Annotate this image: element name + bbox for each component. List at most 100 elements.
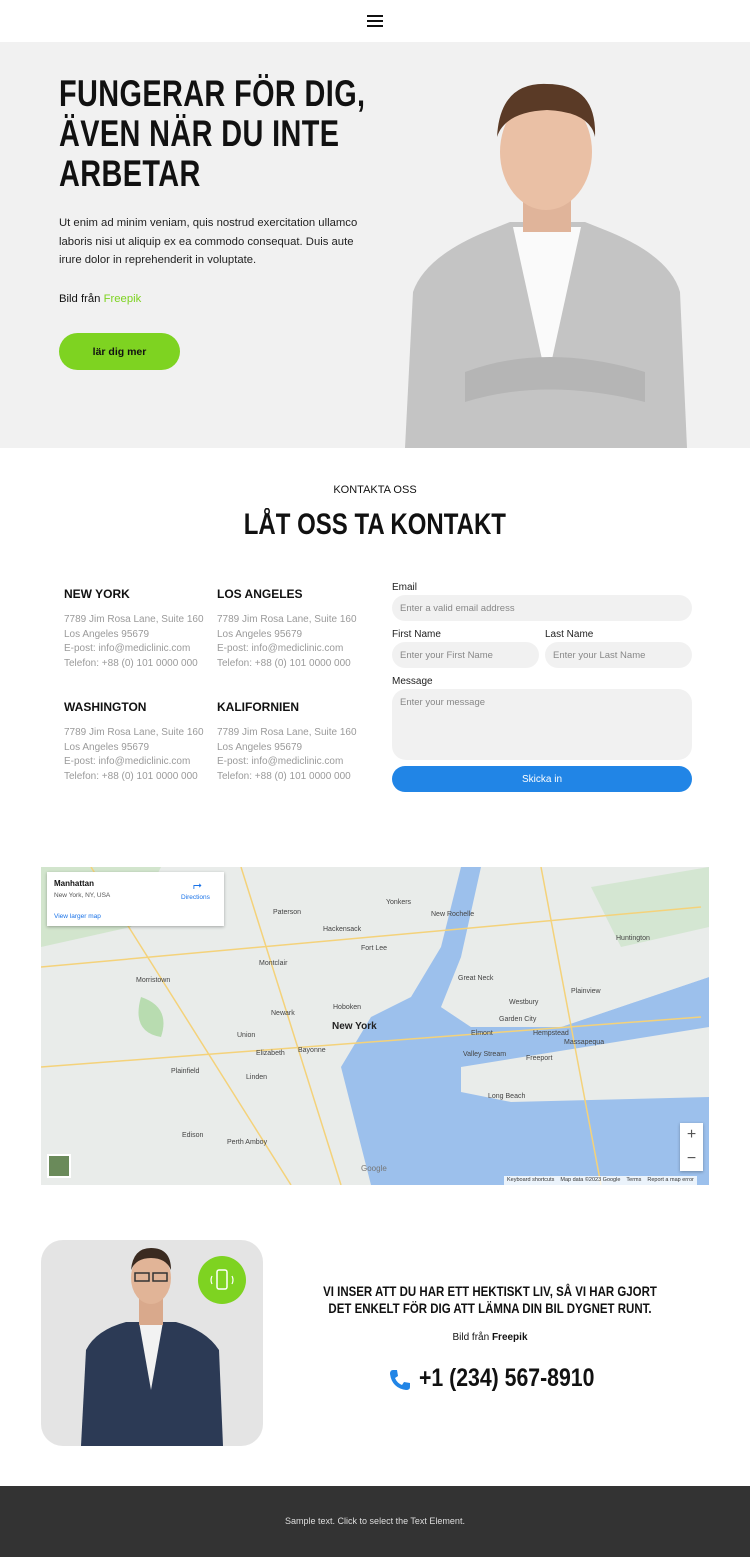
- map-label: Morristown: [136, 977, 171, 984]
- hero-text: Ut enim ad minim veniam, quis nostrud ex…: [59, 217, 358, 266]
- map-label: Massapequa: [564, 1039, 605, 1046]
- map-label: Bayonne: [298, 1047, 326, 1054]
- businessman-image: [405, 83, 687, 448]
- last-name-field[interactable]: Enter your Last Name: [545, 642, 692, 668]
- office-kalifornien: KALIFORNIEN 7789 Jim Rosa Lane, Suite 16…: [217, 700, 367, 784]
- office-address: 7789 Jim Rosa Lane, Suite 160: [64, 727, 204, 738]
- freepik-link[interactable]: Freepik: [104, 293, 142, 305]
- email-field[interactable]: Enter a valid email address: [392, 595, 692, 621]
- map-label: Hackensack: [323, 926, 362, 933]
- office-email: E-post: info@mediclinic.com: [217, 643, 344, 655]
- office-address: 7789 Jim Rosa Lane, Suite 160: [217, 614, 357, 625]
- map-zoom-controls: + −: [680, 1123, 703, 1171]
- image-credit: Bild från Freepik: [59, 293, 141, 305]
- office-phone: Telefon: +88 (0) 101 0000 000: [64, 657, 198, 669]
- map-label: Union: [237, 1032, 256, 1039]
- phone-number[interactable]: +1 (234) 567-8910: [388, 1364, 625, 1393]
- place-name: Manhattan: [54, 879, 94, 888]
- office-name: NEW YORK: [64, 587, 130, 601]
- promo-tagline-text: VI INSER ATT DU HAR ETT HEKTISKT LIV, SÅ…: [323, 1283, 657, 1316]
- submit-button[interactable]: Skicka in: [392, 766, 692, 792]
- map-label: Montclair: [259, 960, 288, 967]
- map-label: Westbury: [509, 999, 539, 1006]
- map-label: Edison: [182, 1132, 204, 1139]
- map-label: New York: [332, 1021, 377, 1032]
- map-label: Elmont: [471, 1030, 493, 1037]
- top-header: [0, 0, 750, 42]
- map-label: Hempstead: [533, 1030, 569, 1037]
- learn-more-button[interactable]: lär dig mer: [59, 333, 180, 370]
- email-label: Email: [392, 582, 418, 593]
- phone-icon: [390, 1370, 410, 1390]
- message-field[interactable]: Enter your message: [392, 689, 692, 760]
- office-city: Los Angeles 95679: [64, 741, 150, 753]
- zoom-out-button[interactable]: −: [680, 1147, 703, 1171]
- map-label: Huntington: [616, 935, 650, 942]
- office-phone: Telefon: +88 (0) 101 0000 000: [217, 770, 351, 782]
- map-label: Perth Amboy: [227, 1139, 268, 1146]
- keyboard-shortcuts-link[interactable]: Keyboard shortcuts: [507, 1177, 554, 1184]
- map-data-text: Map data ©2023 Google: [560, 1177, 621, 1183]
- promo-tagline: VI INSER ATT DU HAR ETT HEKTISKT LIV, SÅ…: [280, 1283, 700, 1317]
- phone-number-text: +1 (234) 567-8910: [418, 1364, 595, 1392]
- office-new-york: NEW YORK 7789 Jim Rosa Lane, Suite 160 L…: [64, 587, 214, 671]
- contact-title: LÅT OSS TA KONTAKT: [0, 508, 750, 542]
- office-name: WASHINGTON: [64, 700, 147, 714]
- report-error-link[interactable]: Report a map error: [647, 1177, 693, 1184]
- hamburger-icon[interactable]: [367, 15, 383, 27]
- map-label: Paterson: [273, 909, 302, 916]
- directions-link[interactable]: Directions: [181, 894, 210, 901]
- office-email: E-post: info@mediclinic.com: [64, 643, 191, 655]
- map-label: Linden: [246, 1074, 268, 1081]
- map-label: Long Beach: [488, 1093, 526, 1100]
- office-name: LOS ANGELES: [217, 587, 303, 601]
- contact-kicker: KONTAKTA OSS: [333, 484, 417, 496]
- image-credit: Bild från Freepik: [280, 1332, 700, 1343]
- office-city: Los Angeles 95679: [217, 628, 303, 640]
- directions-icon[interactable]: ⮣: [193, 879, 202, 892]
- office-name: KALIFORNIEN: [217, 700, 299, 714]
- first-name-label: First Name: [392, 629, 441, 640]
- mobile-phone-icon: [198, 1256, 246, 1304]
- place-address: New York, NY, USA: [54, 892, 111, 899]
- map-label: Valley Stream: [463, 1051, 507, 1058]
- view-larger-map-link[interactable]: View larger map: [54, 913, 101, 920]
- first-name-field[interactable]: Enter your First Name: [392, 642, 539, 668]
- last-name-label: Last Name: [545, 629, 594, 640]
- footer: Sample text. Click to select the Text El…: [0, 1486, 750, 1557]
- map-label: Plainfield: [171, 1068, 200, 1075]
- map-label: Hoboken: [333, 1004, 362, 1011]
- office-los-angeles: LOS ANGELES 7789 Jim Rosa Lane, Suite 16…: [217, 587, 367, 671]
- google-logo: Google: [361, 1164, 387, 1173]
- map-label: Elizabeth: [256, 1050, 285, 1057]
- office-city: Los Angeles 95679: [64, 628, 150, 640]
- map-label: Garden City: [499, 1016, 537, 1023]
- office-address: 7789 Jim Rosa Lane, Suite 160: [217, 727, 357, 738]
- map-label: Newark: [271, 1010, 295, 1017]
- office-email: E-post: info@mediclinic.com: [64, 756, 191, 768]
- footer-text[interactable]: Sample text. Click to select the Text El…: [0, 1516, 750, 1526]
- map-attribution: Keyboard shortcuts Map data ©2023 Google…: [504, 1176, 697, 1185]
- map-label: Fort Lee: [361, 945, 388, 952]
- map-label: Yonkers: [386, 899, 412, 906]
- map-info-card: Manhattan New York, NY, USA View larger …: [47, 872, 224, 926]
- hero-title: FUNGERAR FÖR DIG, ÄVEN NÄR DU INTE ARBET…: [59, 73, 366, 194]
- contact-title-text: LÅT OSS TA KONTAKT: [243, 508, 507, 541]
- satellite-toggle[interactable]: [47, 1154, 71, 1178]
- office-phone: Telefon: +88 (0) 101 0000 000: [217, 657, 351, 669]
- office-email: E-post: info@mediclinic.com: [217, 756, 344, 768]
- terms-link[interactable]: Terms: [626, 1177, 641, 1184]
- office-phone: Telefon: +88 (0) 101 0000 000: [64, 770, 198, 782]
- message-label: Message: [392, 676, 433, 687]
- office-washington: WASHINGTON 7789 Jim Rosa Lane, Suite 160…: [64, 700, 214, 784]
- credit-prefix: Bild från: [452, 1332, 490, 1343]
- zoom-in-button[interactable]: +: [680, 1123, 703, 1147]
- map-label: Great Neck: [458, 975, 494, 982]
- map-label: Freeport: [526, 1055, 553, 1062]
- map-label: New Rochelle: [431, 911, 475, 918]
- office-city: Los Angeles 95679: [217, 741, 303, 753]
- credit-prefix: Bild från: [59, 293, 101, 305]
- map-label: Plainview: [571, 988, 601, 995]
- office-address: 7789 Jim Rosa Lane, Suite 160: [64, 614, 204, 625]
- freepik-link[interactable]: Freepik: [492, 1332, 528, 1343]
